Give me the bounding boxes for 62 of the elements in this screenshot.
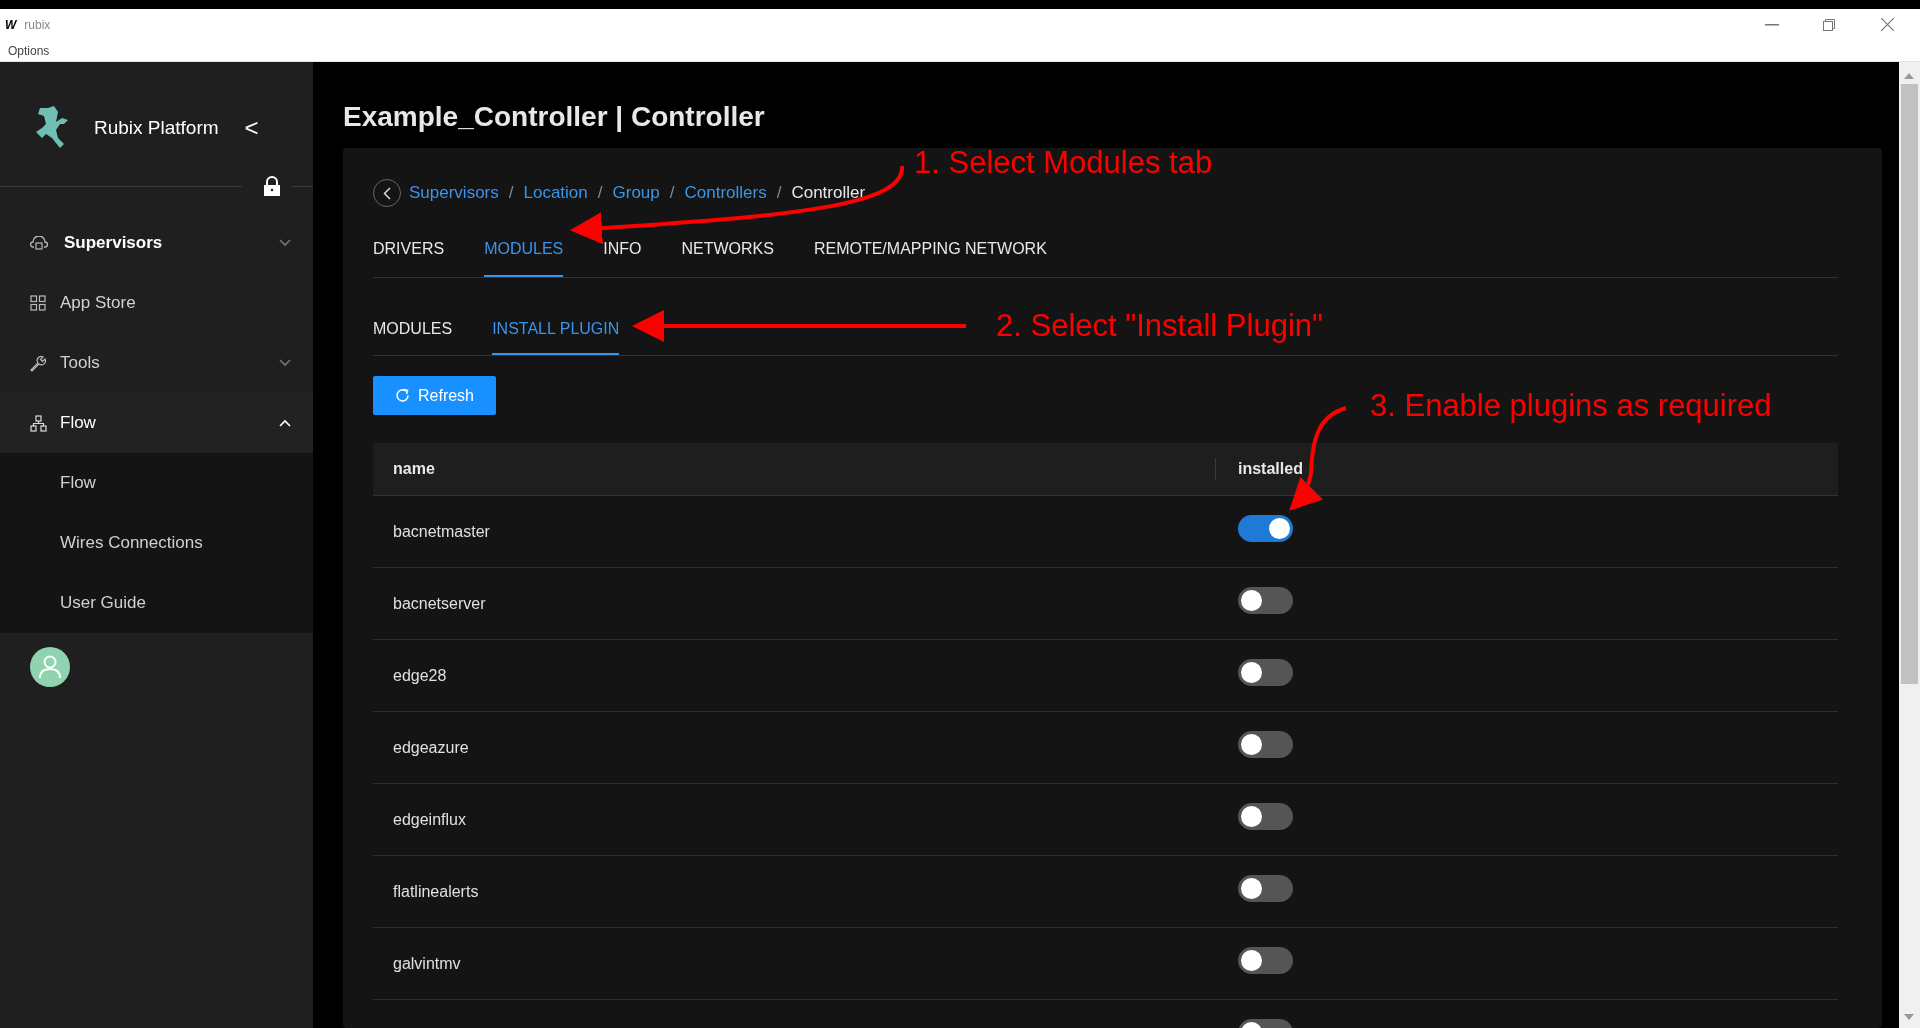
nav-item[interactable]: Tools [0, 333, 313, 393]
table-cell: edgeinflux [393, 810, 466, 828]
toggle-switch[interactable] [1238, 730, 1293, 758]
annotation-text: 2. Select "Install Plugin" [996, 307, 1323, 345]
chevron-down-icon [279, 239, 291, 247]
breadcrumb-separator: / [597, 182, 603, 205]
nav-item[interactable]: App Store [0, 273, 313, 333]
breadcrumb-link[interactable]: Group [612, 180, 660, 206]
toggle-switch[interactable] [1238, 874, 1293, 902]
tab[interactable]: NETWORKS [681, 222, 774, 277]
column-header: installed [1237, 459, 1303, 479]
table-cell: flatlinealerts [393, 882, 479, 900]
table-cell: bacnetmaster [393, 522, 490, 540]
collapse-button[interactable]: < [244, 116, 259, 140]
column-header: name [392, 459, 436, 479]
toggle-switch[interactable] [1238, 946, 1293, 974]
restore-icon[interactable] [1823, 18, 1835, 31]
annotation-text: 1. Select Modules tab [914, 144, 1213, 182]
wrench-icon [30, 354, 47, 372]
chevron-left-icon [383, 186, 391, 200]
tab[interactable]: REMOTE/MAPPING NETWORK [813, 222, 1047, 277]
menu-item[interactable]: Options [8, 41, 50, 60]
breadcrumb-link[interactable]: Location [523, 180, 588, 206]
table-cell: edge28 [393, 666, 447, 684]
toggle-switch[interactable] [1238, 802, 1293, 830]
brand-title: Rubix Platform [94, 115, 219, 140]
app-icon: W [5, 15, 17, 34]
breadcrumb-current: Controller [791, 182, 866, 205]
tab[interactable]: MODULES [484, 222, 564, 277]
table-cell: galvintmv [393, 954, 461, 972]
toggle-switch[interactable] [1238, 514, 1293, 542]
tab[interactable]: INSTALL PLUGIN [492, 304, 620, 355]
submenu-item[interactable]: Wires Connections [60, 530, 203, 556]
chevron-up-icon [279, 419, 291, 427]
toggle-switch[interactable] [1238, 586, 1293, 614]
window-title: rubix [24, 16, 51, 34]
annotation-text: 3. Enable plugins as required [1370, 387, 1772, 425]
avatar[interactable] [30, 647, 70, 687]
user-icon [39, 655, 61, 679]
breadcrumb-link[interactable]: Controllers [684, 180, 767, 206]
breadcrumb-separator: / [669, 182, 675, 205]
breadcrumb-separator: / [776, 182, 782, 205]
submenu-item[interactable]: Flow [60, 470, 96, 496]
minimize-icon[interactable] [1765, 23, 1779, 26]
table-cell: bacnetserver [393, 594, 486, 612]
breadcrumb-separator: / [508, 182, 514, 205]
breadcrumb-link[interactable]: Supervisors [409, 180, 499, 206]
chevron-down-icon [279, 359, 291, 367]
tab[interactable]: MODULES [373, 304, 453, 355]
table-cell: edgeazure [393, 738, 469, 756]
tab[interactable]: INFO [603, 222, 642, 277]
refresh-icon [395, 388, 410, 403]
tab[interactable]: DRIVERS [373, 222, 445, 277]
submenu-item[interactable]: User Guide [60, 590, 146, 616]
toggle-switch[interactable] [1238, 658, 1293, 686]
nav-item[interactable]: Supervisors [0, 213, 313, 273]
close-icon[interactable] [1881, 18, 1894, 31]
page-title: Example_Controller | Controller [343, 100, 766, 134]
lock-icon[interactable] [263, 176, 281, 196]
scrollbar-thumb[interactable] [1901, 84, 1918, 684]
grid-icon [30, 295, 46, 311]
sitemap-icon [30, 414, 47, 432]
